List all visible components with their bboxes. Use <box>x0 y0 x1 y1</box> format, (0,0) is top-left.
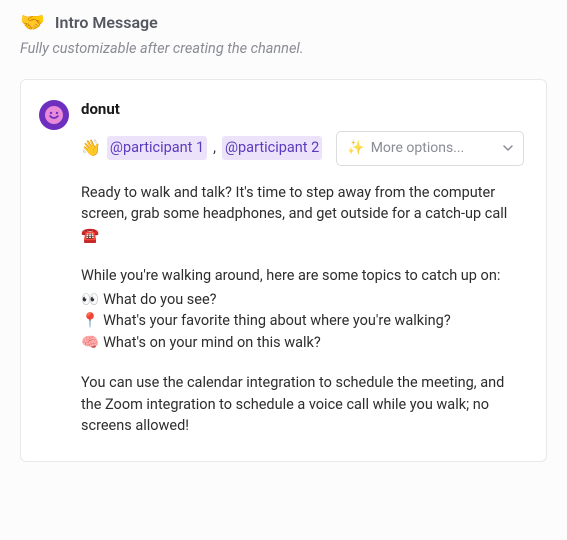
topic-item: 👀 What do you see? <box>81 289 526 311</box>
more-options-dropdown[interactable]: ✨ More options... <box>336 131 524 166</box>
topic-item: 📍 What's your favorite thing about where… <box>81 310 526 332</box>
sparkle-icon: ✨ <box>347 138 364 159</box>
eyes-icon: 👀 <box>81 289 99 311</box>
section-title: Intro Message <box>55 13 158 32</box>
handshake-icon: 🤝 <box>20 12 45 32</box>
more-options-label: More options... <box>371 138 465 159</box>
topic-text: What's on your mind on this walk? <box>103 332 321 354</box>
separator: , <box>213 137 216 159</box>
topics-block: While you're walking around, here are so… <box>81 265 526 354</box>
topic-text: What do you see? <box>103 289 216 311</box>
bot-name: donut <box>81 98 526 121</box>
pin-icon: 📍 <box>81 310 99 332</box>
brain-icon: 🧠 <box>81 332 99 354</box>
mention-participant-1[interactable]: @participant 1 <box>107 136 207 160</box>
message-preview-card: donut 👋 @participant 1 , @participant 2 … <box>20 79 547 462</box>
closing-paragraph: You can use the calendar integration to … <box>81 372 526 437</box>
donut-face-icon <box>47 108 61 122</box>
topic-item: 🧠 What's on your mind on this walk? <box>81 332 526 354</box>
bot-avatar <box>39 100 69 130</box>
wave-icon: 👋 <box>81 136 101 160</box>
participant-row: 👋 @participant 1 , @participant 2 ✨ More… <box>81 131 526 166</box>
chevron-down-icon <box>503 143 513 153</box>
section-subtitle: Fully customizable after creating the ch… <box>20 40 547 57</box>
topic-text: What's your favorite thing about where y… <box>103 310 451 332</box>
topics-intro: While you're walking around, here are so… <box>81 265 526 287</box>
intro-paragraph: Ready to walk and talk? It's time to ste… <box>81 182 526 247</box>
mention-participant-2[interactable]: @participant 2 <box>222 136 322 160</box>
section-header: 🤝 Intro Message <box>20 12 547 32</box>
